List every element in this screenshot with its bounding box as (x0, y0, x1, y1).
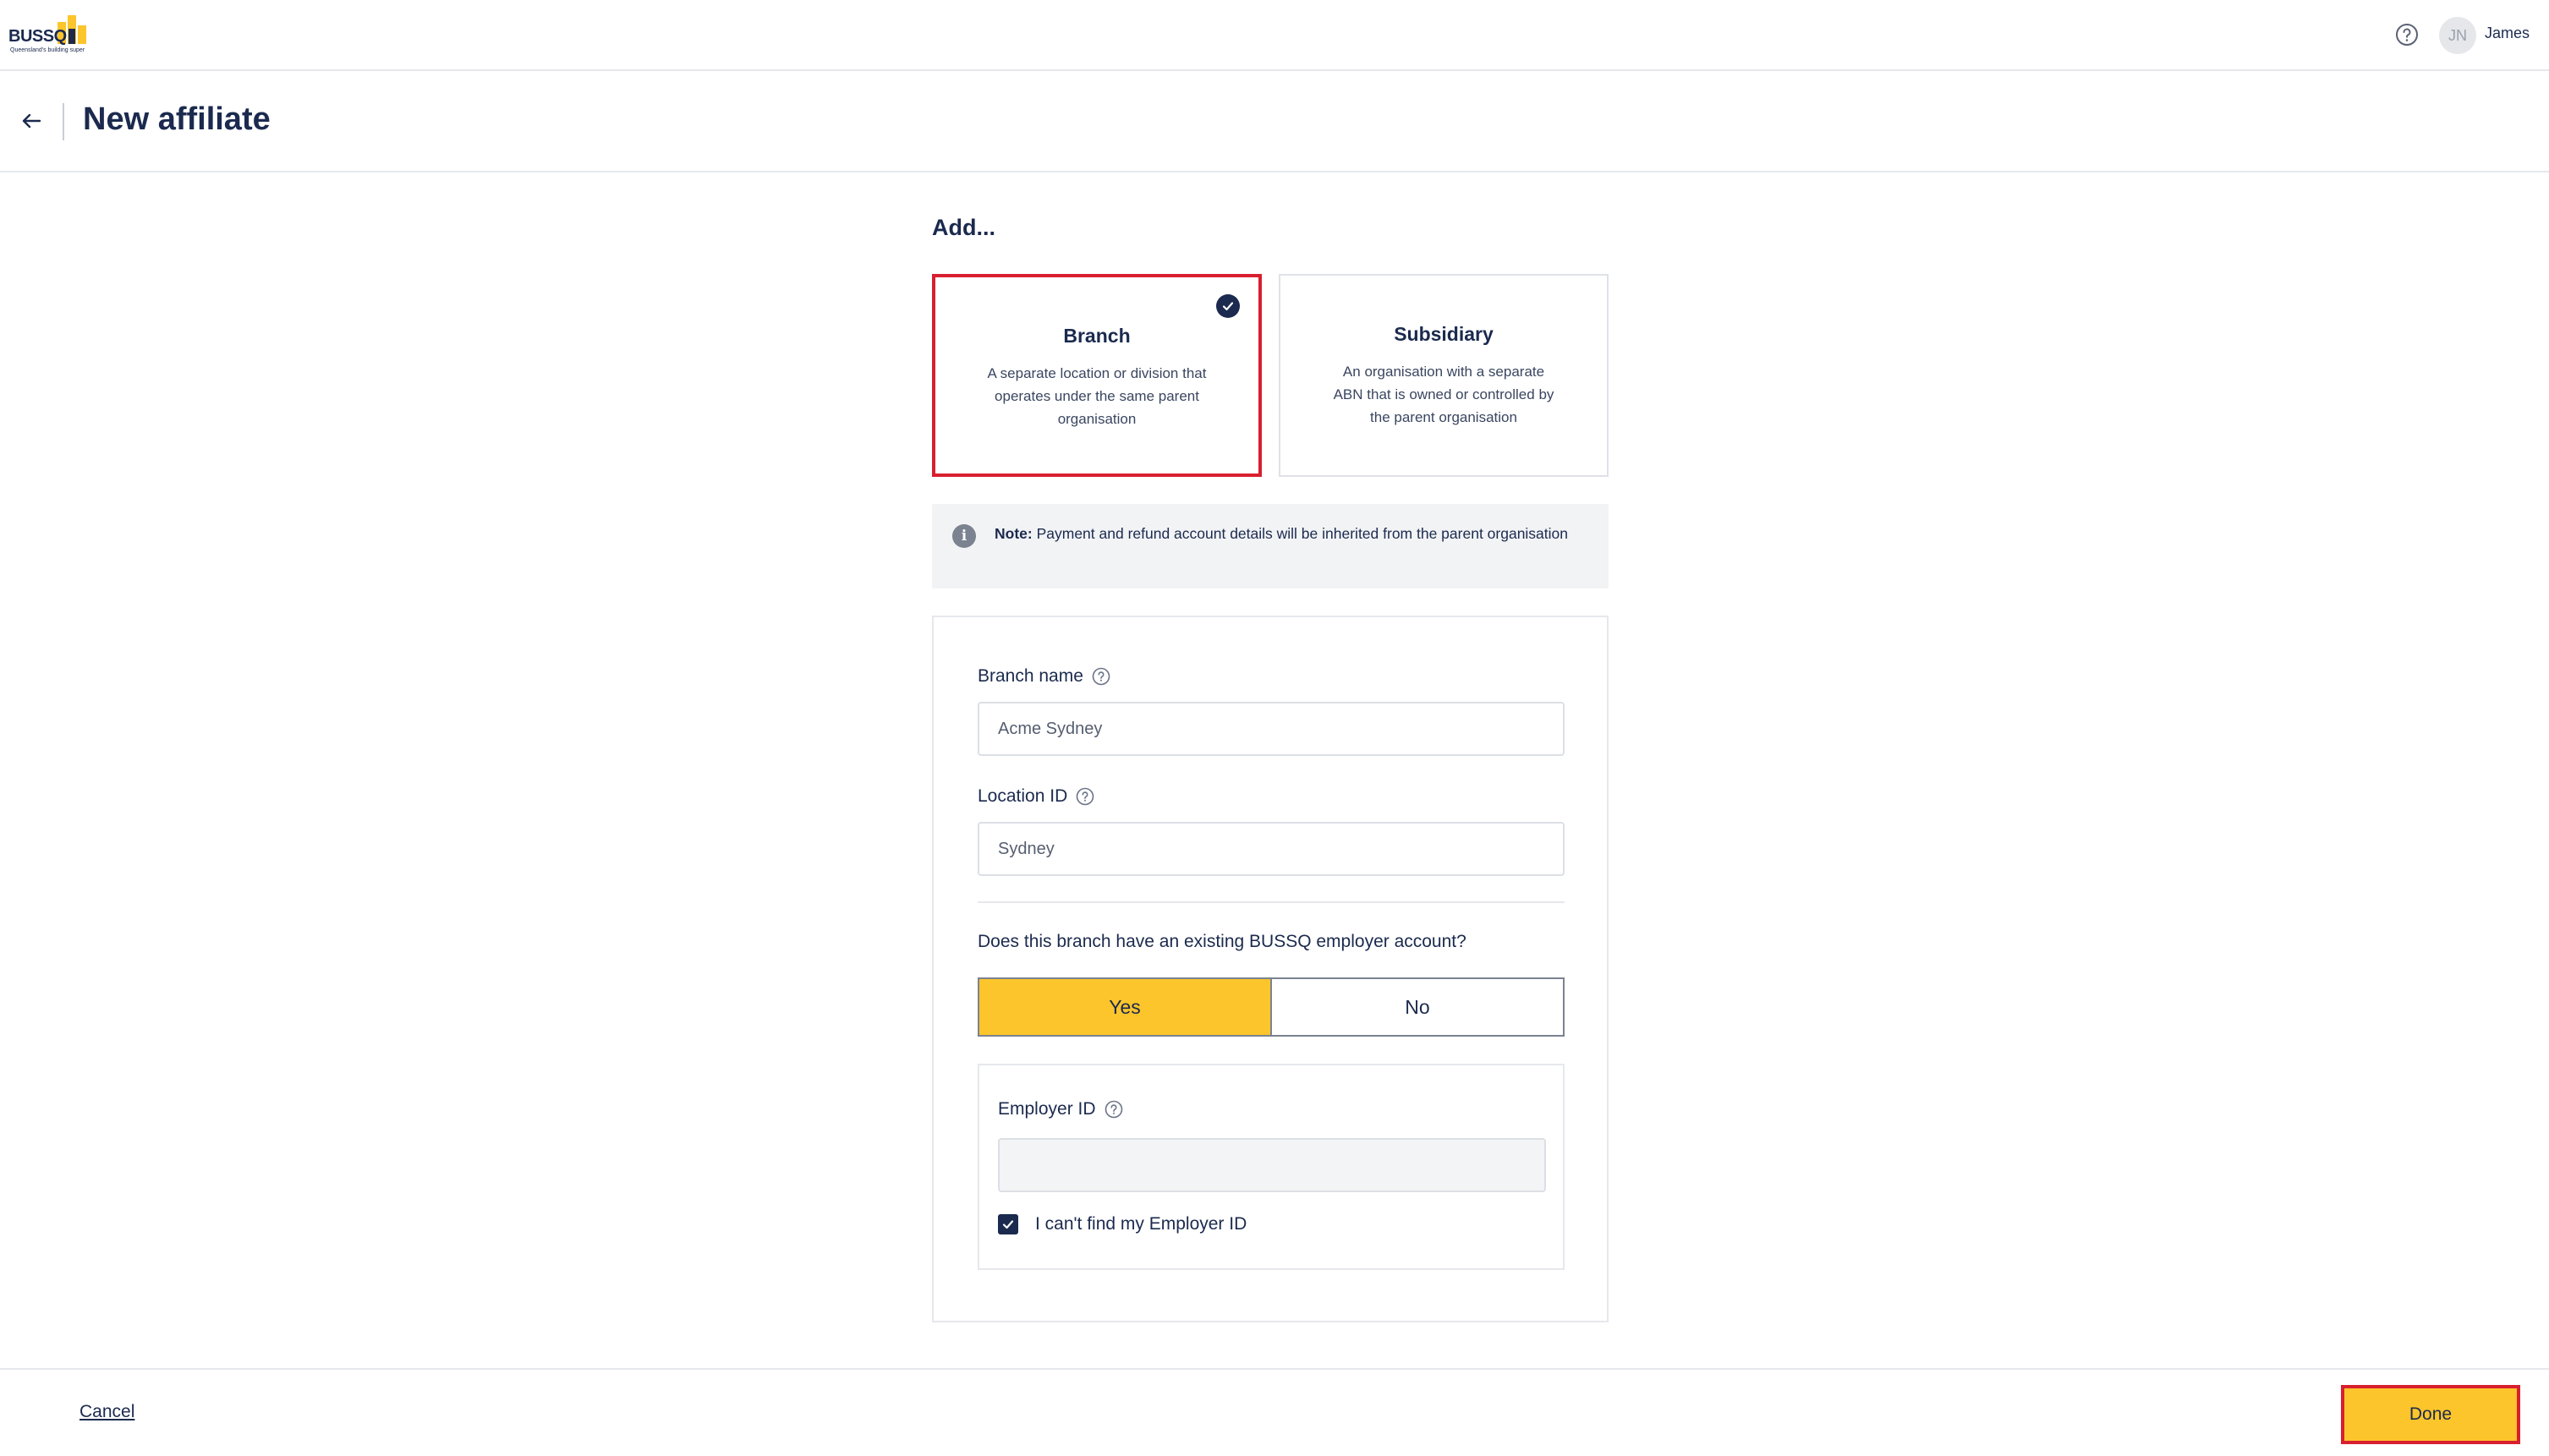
cant-find-employer-id-row[interactable]: I can't find my Employer ID (998, 1214, 1247, 1234)
employer-id-section: Employer ID I can't find my Employer ID (978, 1064, 1565, 1270)
location-id-label-text: Location ID (978, 786, 1068, 806)
employer-id-input[interactable] (998, 1138, 1546, 1192)
page-header: New affiliate (0, 73, 2549, 172)
location-id-input[interactable]: Sydney (978, 822, 1565, 876)
question-circle-icon[interactable] (1105, 1100, 1123, 1119)
question-circle-icon[interactable] (1076, 787, 1094, 806)
cant-find-checkbox[interactable] (998, 1214, 1018, 1234)
employer-id-label-text: Employer ID (998, 1099, 1096, 1119)
note-text: Note: Payment and refund account details… (995, 521, 1587, 546)
question-circle-icon[interactable] (1092, 667, 1110, 686)
subsidiary-option-title: Subsidiary (1394, 323, 1494, 345)
logo-tagline: Queensland's building super (10, 47, 85, 53)
subsidiary-option-description: An organisation with a separate ABN that… (1333, 364, 1554, 425)
cant-find-checkbox-label[interactable]: I can't find my Employer ID (1035, 1214, 1247, 1234)
info-icon: i (952, 524, 976, 548)
existing-account-question: Does this branch have an existing BUSSQ … (978, 932, 1466, 951)
branch-name-input[interactable]: Acme Sydney (978, 702, 1565, 756)
top-bar: BUSSQ Queensland's building super JN Jam… (0, 0, 2549, 71)
header-divider (63, 103, 64, 140)
back-arrow-icon[interactable] (19, 108, 44, 134)
help-icon[interactable] (2395, 23, 2419, 47)
branch-name-label-text: Branch name (978, 666, 1083, 686)
subsidiary-option-card[interactable]: Subsidiary An organisation with a separa… (1279, 274, 1609, 477)
note-body: Payment and refund account details will … (1032, 525, 1569, 542)
form-divider (978, 901, 1565, 903)
user-name[interactable]: James (2485, 25, 2530, 42)
branch-name-label: Branch name (978, 666, 1110, 687)
yes-option-button[interactable]: Yes (979, 979, 1272, 1035)
add-heading: Add... (932, 215, 995, 240)
employer-id-label: Employer ID (998, 1099, 1123, 1119)
branch-option-title: Branch (1063, 325, 1131, 347)
branch-form: Branch name Acme Sydney Location ID Sydn… (932, 616, 1609, 1322)
bussq-logo[interactable]: BUSSQ Queensland's building super (8, 15, 96, 54)
branch-option-card[interactable]: Branch A separate location or division t… (932, 274, 1262, 477)
branch-option-description: A separate location or division that ope… (987, 365, 1207, 427)
footer-bar: Cancel Done (0, 1368, 2549, 1456)
existing-account-toggle: Yes No (978, 977, 1565, 1037)
cancel-link[interactable]: Cancel (79, 1402, 134, 1422)
page-title: New affiliate (83, 101, 271, 137)
checkmark-icon (1216, 294, 1240, 318)
note-label: Note: (995, 525, 1033, 542)
no-option-button[interactable]: No (1272, 979, 1563, 1035)
location-id-label: Location ID (978, 786, 1094, 807)
done-button[interactable]: Done (2341, 1385, 2520, 1444)
user-avatar[interactable]: JN (2439, 17, 2476, 54)
logo-wordmark: BUSSQ (8, 27, 67, 46)
note-banner: i Note: Payment and refund account detai… (932, 504, 1609, 588)
